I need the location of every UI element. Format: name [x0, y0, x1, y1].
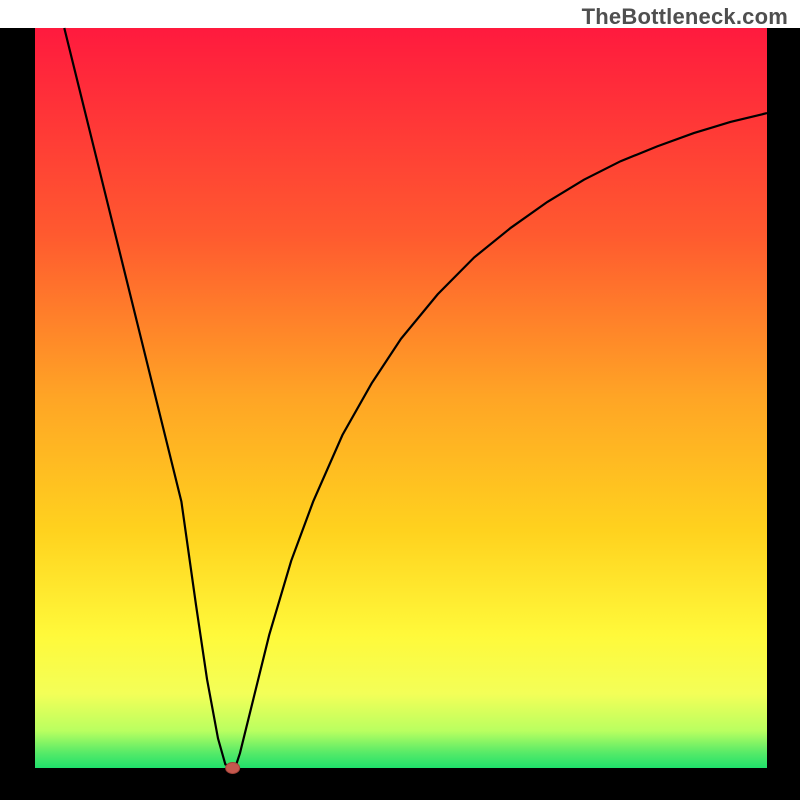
minimum-marker — [226, 763, 240, 774]
watermark-text: TheBottleneck.com — [582, 4, 788, 30]
bottleneck-chart — [0, 0, 800, 800]
chart-stage: TheBottleneck.com — [0, 0, 800, 800]
plot-area — [35, 28, 767, 768]
